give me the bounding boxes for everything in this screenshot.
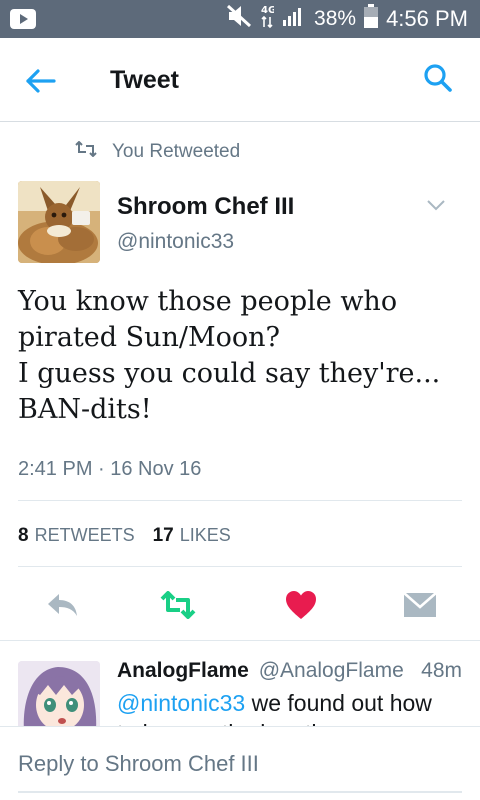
- reply-composer: Reply to Shroom Chef III: [0, 726, 480, 800]
- reply-text-part: we found out how: [245, 690, 432, 716]
- direct-message-icon[interactable]: [400, 585, 440, 625]
- author-avatar[interactable]: [18, 181, 100, 263]
- tweet-text-line: BAN-dits!: [18, 394, 152, 425]
- signal-icon: [282, 5, 306, 33]
- tweet-text-line: pirated Sun/Moon?: [18, 322, 281, 353]
- divider: [18, 500, 462, 501]
- likes-count: 17: [152, 525, 174, 546]
- divider: [0, 640, 480, 641]
- reply-input[interactable]: Reply to Shroom Chef III: [18, 751, 259, 777]
- likes-label: LIKES: [179, 525, 231, 545]
- reply-mention-link[interactable]: @nintonic33: [117, 690, 245, 716]
- retweets-count: 8: [18, 525, 29, 546]
- reply-text[interactable]: @nintonic33 we found out how to bypass t…: [117, 688, 432, 727]
- author-name[interactable]: Shroom Chef III: [117, 193, 294, 221]
- tweet-text: You know those people who pirated Sun/Mo…: [18, 284, 468, 428]
- retweet-context: You Retweeted: [74, 140, 240, 164]
- like-heart-icon[interactable]: [281, 585, 321, 625]
- tweet-timestamp: 2:41 PM · 16 Nov 16: [18, 458, 202, 480]
- retweet-icon[interactable]: [158, 585, 198, 625]
- battery-percent: 38%: [314, 7, 357, 30]
- retweets-label: RETWEETS: [34, 525, 135, 545]
- data-4g-icon: 4G: [260, 3, 276, 35]
- notification-icon: [10, 9, 36, 34]
- app-bar: Tweet: [0, 38, 480, 122]
- retweet-small-icon: [74, 140, 98, 163]
- back-arrow-icon[interactable]: [24, 64, 58, 98]
- reply-input-underline: [18, 791, 462, 793]
- tweet-text-line: You know those people who: [18, 286, 398, 317]
- author-handle[interactable]: @nintonic33: [117, 230, 234, 254]
- status-bar: 4G 38% 4:56 PM: [0, 0, 480, 38]
- likes-stat[interactable]: 17 LIKES: [153, 525, 231, 547]
- retweets-stat[interactable]: 8 RETWEETS: [18, 525, 135, 547]
- search-icon[interactable]: [422, 62, 454, 94]
- chevron-down-icon[interactable]: [426, 198, 446, 212]
- divider: [18, 566, 462, 567]
- page-title: Tweet: [110, 66, 179, 94]
- tweet-actions: [0, 585, 480, 625]
- tweet-text-line: I guess you could say they're...: [18, 358, 441, 389]
- reply-icon[interactable]: [42, 585, 82, 625]
- reply-text-clip: @nintonic33 we found out how to bypass t…: [0, 661, 480, 727]
- retweet-label: You Retweeted: [112, 141, 241, 162]
- clock: 4:56 PM: [386, 6, 468, 31]
- battery-icon: [364, 4, 379, 34]
- mute-icon: [226, 4, 252, 34]
- tweet-stats: 8 RETWEETS 17 LIKES: [18, 525, 231, 547]
- svg-text:4G: 4G: [261, 5, 274, 16]
